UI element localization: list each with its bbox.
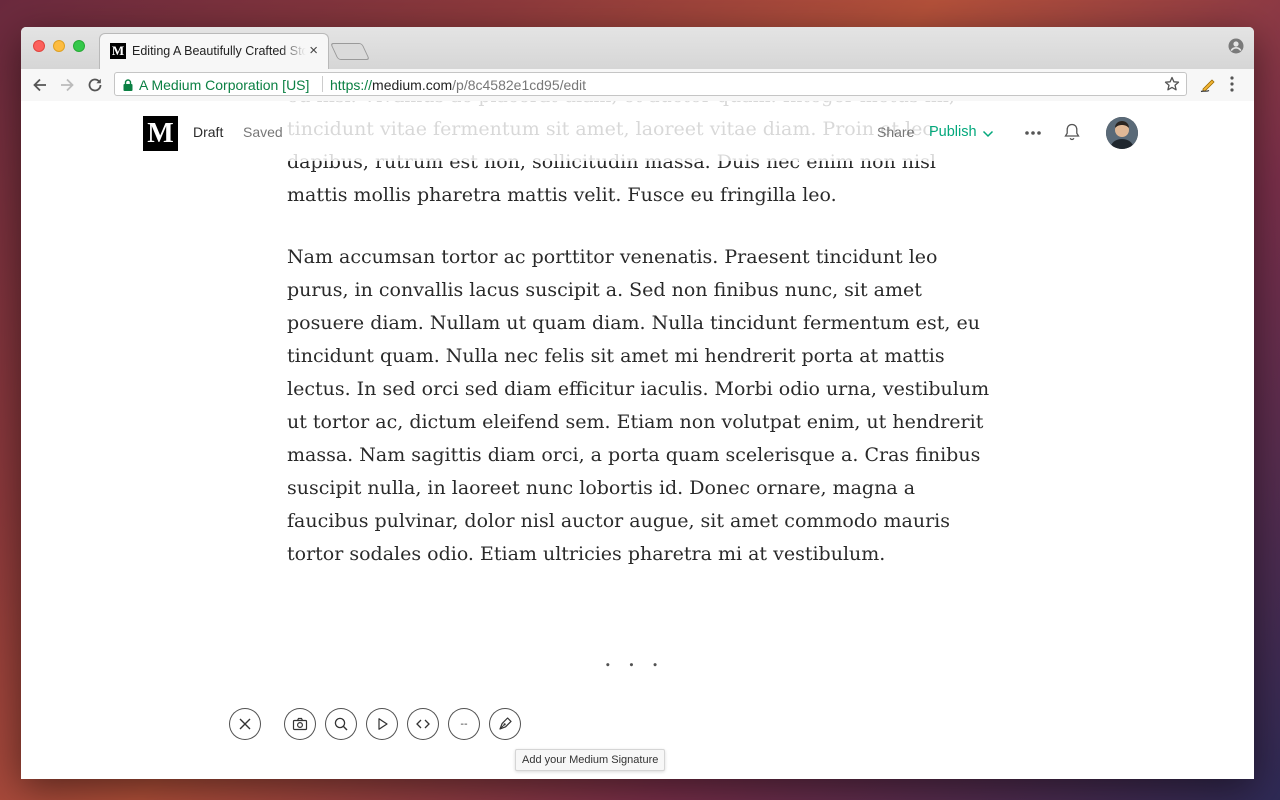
tab-close-icon[interactable]: × <box>309 43 318 59</box>
story-body[interactable]: eu nisl. Vivamus ac placerat diam, et au… <box>287 101 997 600</box>
publish-button[interactable]: Publish <box>929 124 977 140</box>
bookmark-star-icon[interactable] <box>1164 76 1180 97</box>
editor-header: M Draft Saved Share Publish <box>21 101 1254 161</box>
forward-icon[interactable] <box>57 75 77 95</box>
tab-strip: M Editing A Beautifully Crafted Story × <box>21 27 1254 69</box>
omnibox-divider <box>322 76 323 92</box>
minimize-window-button[interactable] <box>53 40 65 52</box>
lock-icon <box>123 78 133 96</box>
reload-icon[interactable] <box>85 75 105 95</box>
zoom-window-button[interactable] <box>73 40 85 52</box>
signature-extension-icon[interactable] <box>1199 75 1217 98</box>
add-divider-button[interactable]: -- <box>448 708 480 740</box>
browser-window: M Editing A Beautifully Crafted Story × … <box>21 27 1254 779</box>
address-bar[interactable]: A Medium Corporation [US] https://medium… <box>114 72 1187 96</box>
draft-status: Draft <box>193 124 224 140</box>
new-tab-button[interactable] <box>330 43 370 60</box>
dash-icon: -- <box>460 719 468 730</box>
profile-icon[interactable] <box>1228 38 1244 59</box>
browser-menu-icon[interactable] <box>1229 75 1235 98</box>
add-unsplash-button[interactable] <box>325 708 357 740</box>
medium-favicon-icon: M <box>110 43 126 59</box>
bell-icon[interactable] <box>1063 122 1081 147</box>
close-inserter-button[interactable] <box>229 708 261 740</box>
editor-page: eu nisl. Vivamus ac placerat diam, et au… <box>21 101 1254 779</box>
code-icon <box>416 719 430 729</box>
add-image-button[interactable] <box>284 708 316 740</box>
camera-icon <box>292 717 308 731</box>
medium-logo[interactable]: M <box>143 116 178 151</box>
pen-icon <box>499 717 512 730</box>
url-host: medium.com <box>372 77 453 93</box>
search-icon <box>334 717 348 731</box>
chevron-down-icon[interactable] <box>982 126 994 144</box>
story-paragraph[interactable]: Nam accumsan tortor ac porttitor venenat… <box>287 241 997 571</box>
browser-toolbar: A Medium Corporation [US] https://medium… <box>21 69 1254 102</box>
url-protocol: https:// <box>330 77 373 93</box>
saved-status: Saved <box>243 124 283 140</box>
url-path: /p/8c4582e1cd95/edit <box>452 77 587 93</box>
add-video-button[interactable] <box>366 708 398 740</box>
tab-editing-story[interactable]: M Editing A Beautifully Crafted Story × <box>99 33 329 69</box>
tab-title: Editing A Beautifully Crafted Story <box>132 44 306 58</box>
close-icon <box>239 718 251 730</box>
signature-tooltip: Add your Medium Signature <box>515 749 666 771</box>
section-separator: ... <box>604 644 675 672</box>
add-embed-button[interactable] <box>407 708 439 740</box>
back-icon[interactable] <box>30 75 50 95</box>
url-text[interactable]: https://medium.com/p/8c4582e1cd95/edit <box>330 77 586 93</box>
divider-glyph: -- <box>460 719 468 730</box>
more-options-icon[interactable] <box>1024 123 1042 148</box>
share-button[interactable]: Share <box>877 124 914 140</box>
play-icon <box>378 718 388 730</box>
avatar[interactable] <box>1106 117 1138 149</box>
close-window-button[interactable] <box>33 40 45 52</box>
add-signature-button[interactable] <box>489 708 521 740</box>
security-label[interactable]: A Medium Corporation [US] <box>139 77 309 93</box>
